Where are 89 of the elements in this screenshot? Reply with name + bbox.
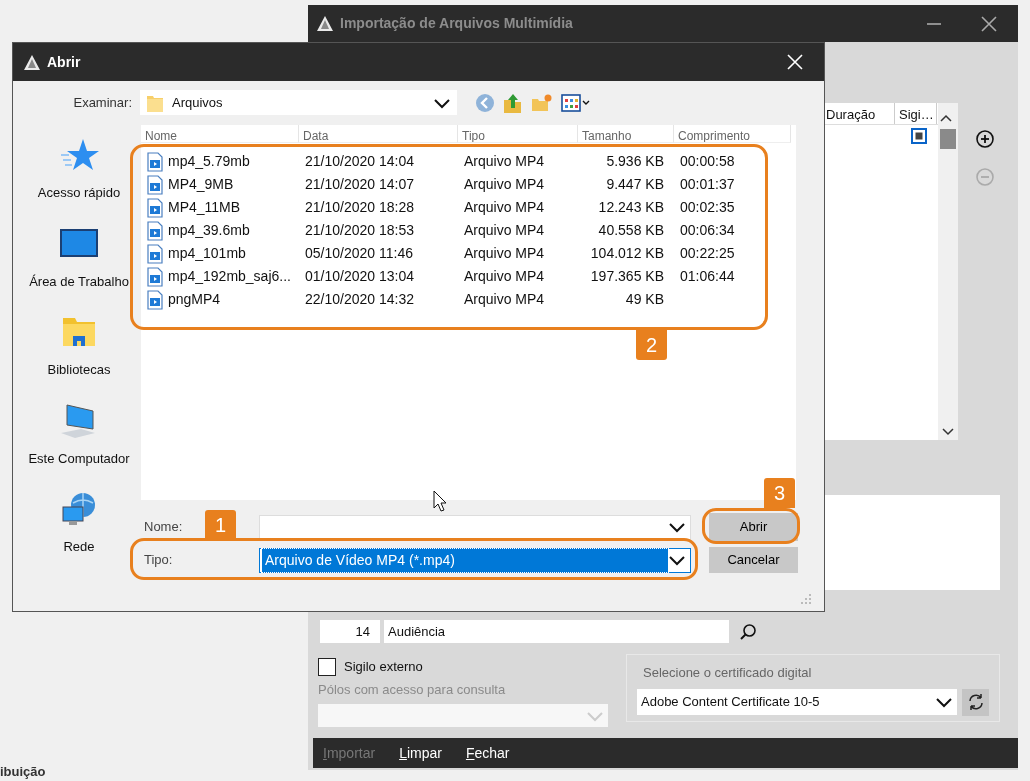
sidebar-item[interactable]: Acesso rápido [37,137,121,203]
file-duration: 01:06:44 [680,267,735,286]
certificate-dropdown[interactable]: Adobe Content Certificate 10-5 [637,689,958,715]
file-duration: 00:22:25 [680,244,735,263]
sidebar-item[interactable]: Bibliotecas [47,314,111,380]
column-header[interactable]: Tamanho [578,125,674,143]
file-icon [147,151,163,172]
file-date: 21/10/2020 18:28 [305,198,414,217]
dropdown-value: Adobe Content Certificate 10-5 [641,693,820,712]
app-logo-icon [316,15,334,32]
file-size: 104.012 KB [590,244,664,263]
file-type: Arquivo MP4 [464,244,545,263]
file-icon [147,197,163,218]
resize-grip-icon[interactable] [800,593,812,605]
checkbox-label: Sigilo externo [344,658,423,676]
refresh-button[interactable] [962,688,989,716]
file-duration: 00:06:34 [680,221,735,240]
footer-button[interactable]: Limpar [397,742,444,764]
step-number: 1 [205,510,236,540]
file-date: 01/10/2020 13:04 [305,267,414,286]
column-header[interactable]: Data [299,125,458,143]
file-name[interactable]: pngMP4 [168,289,221,310]
file-icon [147,243,163,264]
file-date: 21/10/2020 14:07 [305,175,414,194]
file-duration: 00:02:35 [680,198,735,217]
file-name[interactable]: mp4_101mb [168,243,246,264]
file-name[interactable]: mp4_39.6mb [168,220,250,241]
column-header[interactable]: Nome [141,125,299,143]
cancel-button[interactable]: Cancelar [709,547,798,573]
step-number: 3 [764,478,795,508]
file-duration: 00:01:37 [680,175,735,194]
file-type: Arquivo MP4 [464,221,545,240]
file-icon [147,220,163,241]
window-title-fragment: ibuição [0,763,46,781]
dropdown-value: Arquivos [172,93,224,112]
file-date: 21/10/2020 18:53 [305,221,414,240]
file-size: 40.558 KB [598,221,664,240]
file-icon [147,289,163,310]
star-icon [59,137,99,173]
dialog-title: Abrir [47,52,81,72]
file-icon [147,266,163,287]
close-icon[interactable] [980,14,998,33]
open-button[interactable]: Abrir [709,513,798,541]
sidebar-item[interactable]: Rede [59,491,99,557]
file-size: 9.447 KB [606,175,664,194]
file-name[interactable]: MP4_9MB [168,174,234,195]
add-icon[interactable] [975,129,995,149]
footer-button[interactable]: Fechar [463,742,512,764]
file-name[interactable]: mp4_5.79mb [168,151,250,172]
file-icon [147,174,163,195]
folder-dropdown[interactable]: Arquivos [140,90,457,115]
file-date: 05/10/2020 11:46 [305,244,413,263]
app-logo-icon [23,53,41,71]
file-name-field[interactable] [259,514,691,540]
file-type: Arquivo MP4 [464,175,545,194]
category-code-field[interactable]: 14 [320,620,380,643]
file-date: 22/10/2020 14:32 [305,290,414,309]
sidebar-item[interactable]: Este Computador [28,402,130,468]
file-name[interactable]: mp4_192mb_saj6... [168,266,291,287]
file-size: 5.936 KB [606,152,664,171]
scrollbar-thumb[interactable] [940,128,956,149]
file-name[interactable]: MP4_11MB [168,197,241,218]
window-title: Importação de Arquivos Multimídia [340,14,573,33]
scroll-up-icon[interactable] [940,113,952,122]
file-type: Arquivo MP4 [464,198,545,217]
file-type: Arquivo MP4 [464,267,545,286]
field-label: Examinar: [72,93,132,112]
search-icon[interactable] [739,622,757,641]
file-date: 21/10/2020 14:04 [305,152,414,171]
file-type: Arquivo MP4 [464,152,545,171]
field-label: Pólos com acesso para consulta [318,680,507,699]
file-duration: 00:00:58 [680,152,735,171]
checkbox[interactable] [318,657,336,676]
category-name-field[interactable]: Audiência [384,620,729,643]
file-type: Arquivo MP4 [464,290,545,309]
column-header[interactable]: Sigi… [895,103,937,124]
column-header[interactable]: Tipo [458,125,578,143]
refresh-icon [966,693,985,711]
column-header[interactable]: Comprimento [674,125,791,143]
sidebar-item[interactable]: Área de Trabalho [29,225,129,291]
view-menu-icon[interactable] [561,93,591,112]
file-size: 197.365 KB [590,267,664,286]
scroll-down-icon[interactable] [942,428,954,436]
file-size: 49 KB [625,290,664,309]
field-label: Tipo: [144,552,173,568]
step-number: 2 [636,330,667,360]
checkbox[interactable] [911,128,927,144]
file-size: 12.243 KB [598,198,664,217]
field-label: Nome: [144,519,183,535]
